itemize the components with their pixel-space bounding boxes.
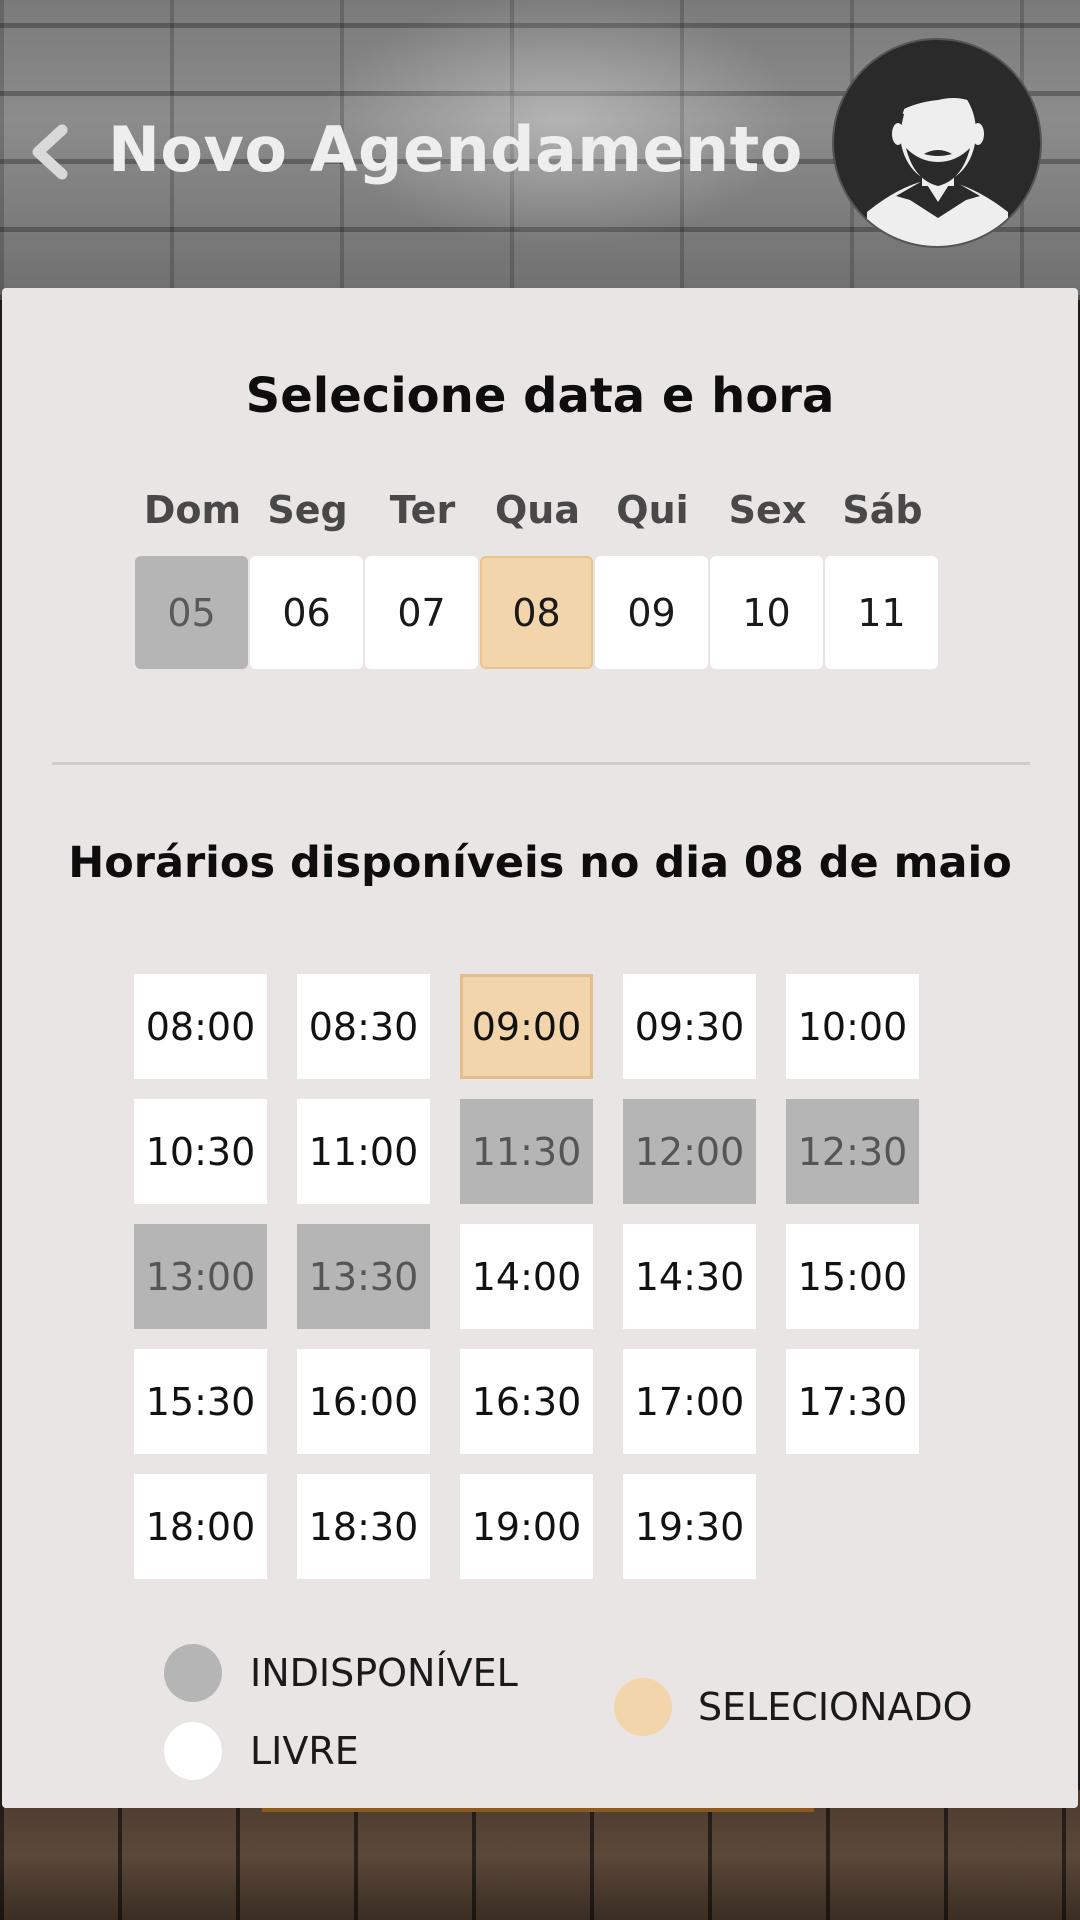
legend-free-label: LIVRE [250,1729,359,1773]
page-title: Novo Agendamento [108,113,803,186]
time-slot[interactable]: 14:30 [623,1224,756,1329]
weekday-header-row: Dom Seg Ter Qua Qui Sex Sáb [135,488,940,538]
weekday-label: Ter [389,488,456,532]
weekday-label: Dom [143,488,242,532]
date-cell[interactable]: 10 [710,556,823,669]
header: Novo Agendamento [0,0,1080,290]
date-picker-title: Selecione data e hora [245,368,835,424]
date-cell[interactable]: 08 [480,556,593,669]
date-row: 05 06 07 08 09 10 11 [135,556,940,670]
legend-unavailable-label: INDISPONÍVEL [250,1651,518,1695]
weekday-label: Seg [267,488,348,532]
time-slot[interactable]: 13:00 [134,1224,267,1329]
time-slot[interactable]: 16:30 [460,1349,593,1454]
legend-unavailable-dot [164,1644,222,1702]
time-slot[interactable]: 18:30 [297,1474,430,1579]
time-slot[interactable]: 17:00 [623,1349,756,1454]
time-slot[interactable]: 15:30 [134,1349,267,1454]
time-slot[interactable]: 08:00 [134,974,267,1079]
date-cell[interactable]: 05 [135,556,248,669]
weekday-label: Qui [616,488,689,532]
schedule-card: Selecione data e hora Dom Seg Ter Qua Qu… [2,288,1078,1808]
time-slot[interactable]: 19:30 [623,1474,756,1579]
legend-selected-dot [614,1678,672,1736]
legend-selected-label: SELECIONADO [698,1685,973,1729]
weekday-label: Sáb [842,488,923,532]
time-slot[interactable]: 13:30 [297,1224,430,1329]
time-slot[interactable]: 09:00 [460,974,593,1079]
weekday-label: Qua [495,488,580,532]
time-slot[interactable]: 11:00 [297,1099,430,1204]
time-slot[interactable]: 12:00 [623,1099,756,1204]
time-slot[interactable]: 17:30 [786,1349,919,1454]
time-slot[interactable]: 12:30 [786,1099,919,1204]
time-slot[interactable]: 08:30 [297,974,430,1079]
time-slot[interactable]: 10:30 [134,1099,267,1204]
date-cell[interactable]: 11 [825,556,938,669]
section-divider [52,762,1030,765]
legend-free-dot [164,1722,222,1780]
chevron-left-icon[interactable] [28,122,72,182]
time-slot[interactable]: 16:00 [297,1349,430,1454]
weekday-label: Sex [728,488,807,532]
time-slot[interactable]: 19:00 [460,1474,593,1579]
time-slot[interactable]: 11:30 [460,1099,593,1204]
date-cell[interactable]: 09 [595,556,708,669]
time-slot[interactable]: 09:30 [623,974,756,1079]
time-slot[interactable]: 14:00 [460,1224,593,1329]
avatar[interactable] [832,38,1042,248]
bearded-man-avatar-icon [867,70,1008,246]
date-cell[interactable]: 06 [250,556,363,669]
time-slot[interactable]: 10:00 [786,974,919,1079]
time-slot[interactable]: 18:00 [134,1474,267,1579]
date-cell[interactable]: 07 [365,556,478,669]
time-slot[interactable]: 15:00 [786,1224,919,1329]
app-screen: Novo Agendamento Selecione data e hora D… [0,0,1080,1920]
time-slots-title: Horários disponíveis no dia 08 de maio [68,838,1012,888]
